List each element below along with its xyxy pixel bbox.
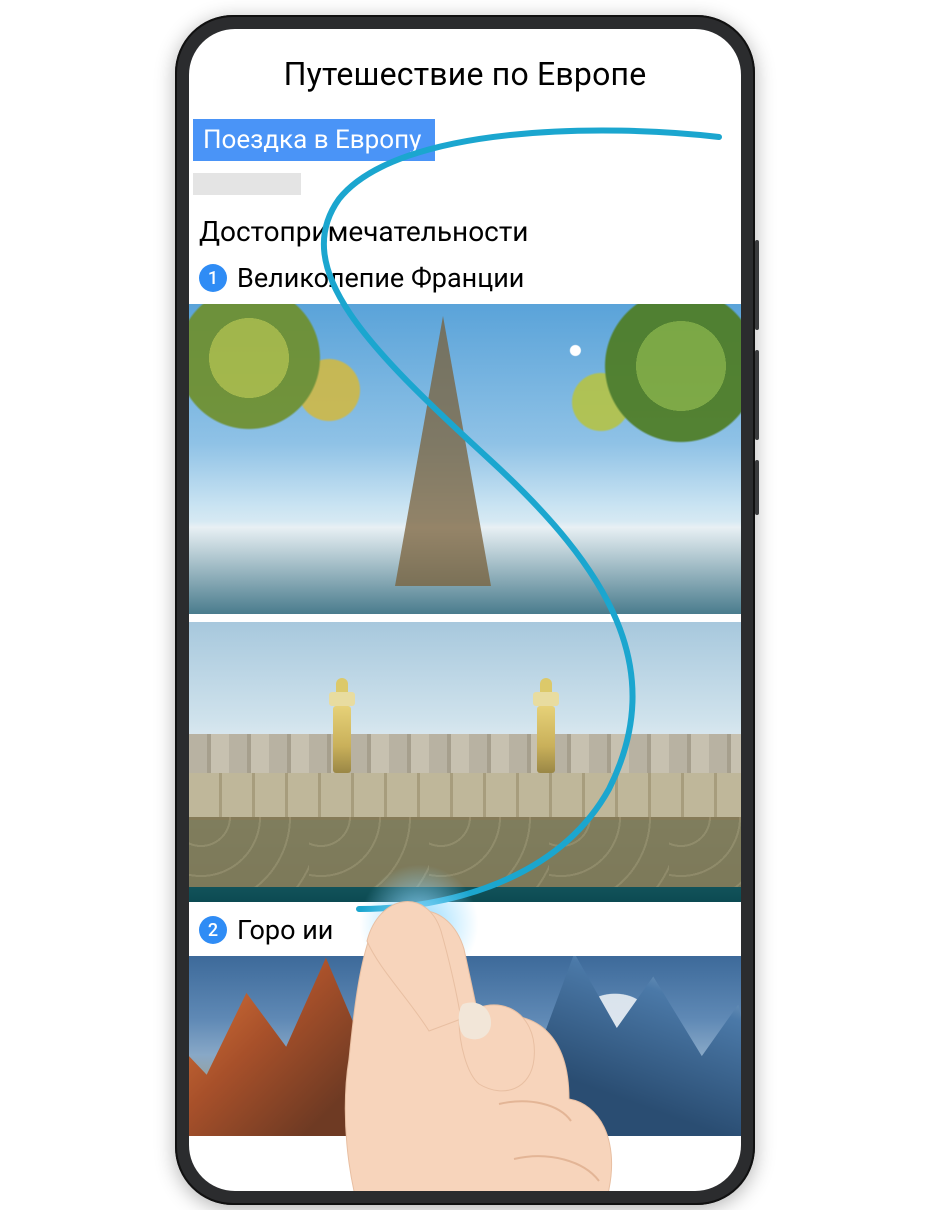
selection-handle-bar[interactable] bbox=[193, 173, 301, 195]
phone-frame: Путешествие по Европе Поездка в Европу Д… bbox=[175, 15, 755, 1205]
number-badge-icon: 2 bbox=[199, 916, 227, 944]
list-item[interactable]: 2 Горо ии bbox=[189, 910, 741, 956]
side-button-1 bbox=[755, 240, 759, 330]
list-item-title: Горо ии bbox=[237, 914, 333, 946]
number-badge-icon: 1 bbox=[199, 264, 227, 292]
selected-text-highlight[interactable]: Поездка в Европу bbox=[193, 119, 435, 161]
screen[interactable]: Путешествие по Европе Поездка в Европу Д… bbox=[189, 29, 741, 1191]
list-item-title: Великолепие Франции bbox=[237, 262, 524, 294]
list-item[interactable]: 1 Великолепие Франции bbox=[189, 258, 741, 304]
section-heading: Достопримечательности bbox=[189, 213, 741, 258]
scroll-content[interactable]: Путешествие по Европе Поездка в Европу Д… bbox=[189, 29, 741, 1136]
photo-eiffel-tower[interactable] bbox=[189, 304, 741, 614]
photo-mountains[interactable] bbox=[189, 956, 741, 1136]
page-title: Путешествие по Европе bbox=[189, 43, 741, 119]
photo-paris-bridge[interactable] bbox=[189, 622, 741, 902]
selection-row: Поездка в Европу bbox=[189, 119, 741, 167]
side-button-2 bbox=[755, 350, 759, 440]
side-button-3 bbox=[755, 460, 759, 515]
